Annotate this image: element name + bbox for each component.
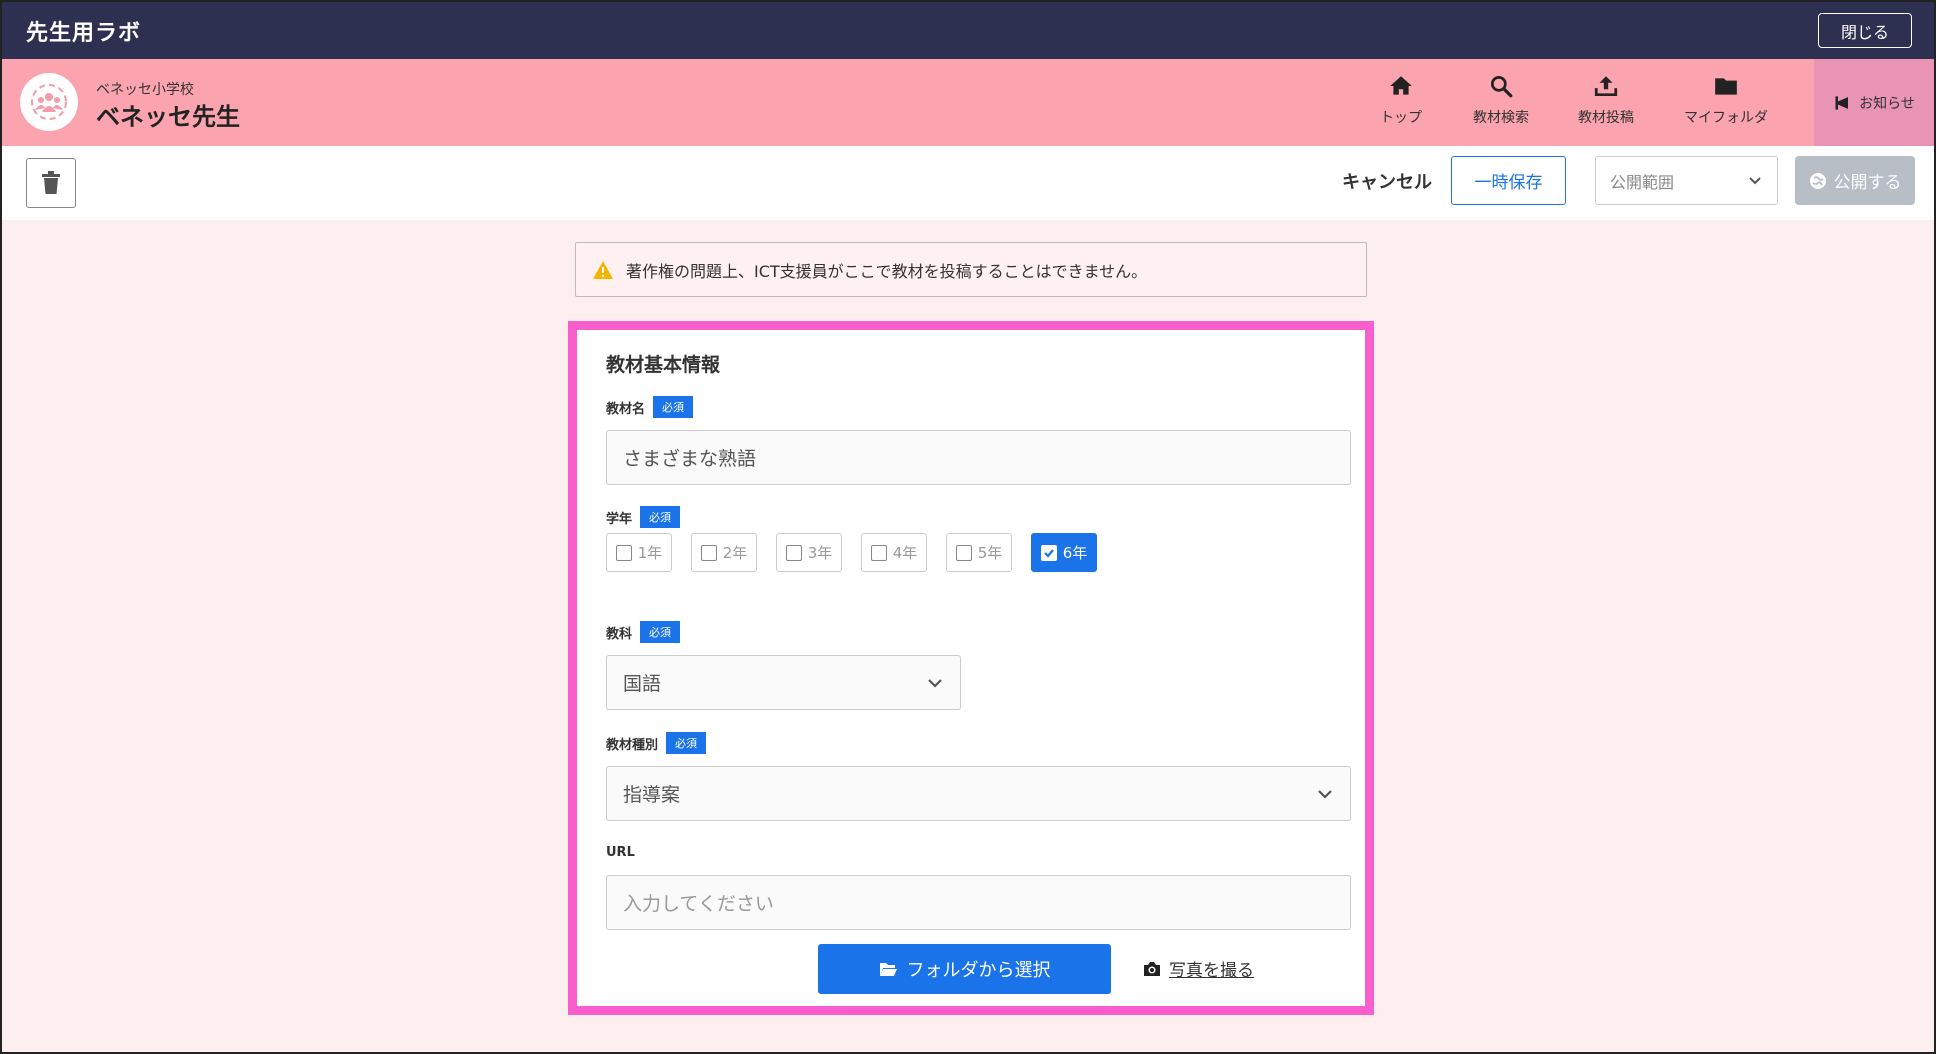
warning-text: 著作権の問題上、ICT支援員がここで教材を投稿することはできません。 (626, 261, 1148, 281)
visibility-select[interactable]: 公開範囲 (1595, 156, 1778, 205)
grade-6-checkbox[interactable]: 6年 (1031, 533, 1097, 572)
folder-icon (1715, 78, 1737, 95)
grade-4-label: 4年 (892, 544, 918, 562)
grade-1-checkbox[interactable]: 1年 (606, 533, 672, 572)
notice-button[interactable]: お知らせ (1814, 59, 1934, 146)
subject-label: 教科 (606, 626, 633, 642)
app-window: 先生用ラボ 閉じる ベネッセ小学校 ベネッセ先生 トップ 教材検索 教材投稿 マ… (0, 0, 1936, 1054)
nav-post-label: 教材投稿 (1578, 110, 1634, 126)
checkbox-icon (615, 544, 632, 561)
group-icon (31, 84, 67, 120)
grade-3-label: 3年 (807, 544, 833, 562)
material-type-value: 指導案 (623, 784, 681, 806)
top-bar: 先生用ラボ 閉じる (2, 2, 1934, 59)
required-badge: 必須 (653, 396, 694, 418)
grade-2-checkbox[interactable]: 2年 (691, 533, 757, 572)
app-title: 先生用ラボ (26, 21, 142, 46)
subject-value: 国語 (623, 673, 662, 695)
select-from-folder-label: フォルダから選択 (906, 960, 1051, 980)
material-type-select[interactable]: 指導案 (606, 766, 1351, 821)
grade-6-label: 6年 (1062, 544, 1088, 562)
header: ベネッセ小学校 ベネッセ先生 トップ 教材検索 教材投稿 マイフォルダ お知らせ (2, 59, 1934, 146)
subject-label-row: 教科 必須 (606, 621, 681, 643)
name-label-row: 教材名 必須 (606, 396, 694, 418)
nav-post[interactable]: 教材投稿 (1578, 73, 1634, 127)
checkbox-icon (955, 544, 972, 561)
grade-3-checkbox[interactable]: 3年 (776, 533, 842, 572)
visibility-placeholder: 公開範囲 (1610, 172, 1675, 192)
chevron-down-icon (1318, 789, 1332, 799)
nav-search[interactable]: 教材検索 (1473, 73, 1529, 127)
delete-button[interactable] (26, 158, 76, 208)
material-name-value: さまざまな熟語 (623, 448, 757, 470)
grade-5-label: 5年 (977, 544, 1003, 562)
checkbox-checked-icon (1040, 544, 1057, 561)
checkbox-icon (785, 544, 802, 561)
publish-button[interactable]: 公開する (1795, 156, 1915, 205)
user-name: ベネッセ先生 (96, 103, 240, 131)
take-photo-link[interactable]: 写真を撮る (1143, 956, 1254, 981)
material-name-input[interactable]: さまざまな熟語 (606, 430, 1351, 485)
camera-icon (1144, 961, 1160, 976)
save-draft-button[interactable]: 一時保存 (1451, 156, 1566, 205)
url-input[interactable]: 入力してください (606, 875, 1351, 930)
globe-icon (1809, 172, 1826, 189)
type-label-row: 教材種別 必須 (606, 732, 707, 754)
upload-icon (1594, 76, 1618, 97)
section-title: 教材基本情報 (606, 354, 721, 376)
material-form-card: 教材基本情報 教材名 必須 さまざまな熟語 学年 必須 1年 2年 3年 4年 … (568, 321, 1374, 1015)
nav-myfolder[interactable]: マイフォルダ (1684, 73, 1768, 127)
nav-myfolder-label: マイフォルダ (1684, 110, 1768, 126)
required-badge: 必須 (666, 732, 707, 754)
nav-search-label: 教材検索 (1473, 110, 1529, 126)
url-label-row: URL (606, 845, 635, 860)
toolbar: キャンセル 一時保存 公開範囲 公開する (2, 146, 1934, 220)
publish-label: 公開する (1833, 173, 1902, 192)
required-badge: 必須 (640, 506, 681, 528)
nav-top[interactable]: トップ (1380, 73, 1422, 127)
warning-icon (593, 260, 613, 279)
grade-label: 学年 (606, 511, 633, 527)
checkbox-icon (700, 544, 717, 561)
grade-4-checkbox[interactable]: 4年 (861, 533, 927, 572)
folder-open-icon (879, 963, 897, 976)
warning-banner: 著作権の問題上、ICT支援員がここで教材を投稿することはできません。 (575, 242, 1367, 297)
required-badge: 必須 (640, 621, 681, 643)
home-icon (1390, 76, 1412, 95)
notice-label: お知らせ (1859, 95, 1915, 112)
nav-top-label: トップ (1380, 110, 1422, 126)
close-button[interactable]: 閉じる (1818, 13, 1912, 48)
school-name: ベネッセ小学校 (96, 82, 194, 98)
chevron-down-icon (928, 678, 942, 688)
url-placeholder: 入力してください (623, 893, 774, 915)
avatar (20, 73, 78, 131)
cancel-button[interactable]: キャンセル (1342, 168, 1432, 194)
chevron-down-icon (1749, 176, 1761, 184)
checkbox-icon (870, 544, 887, 561)
grade-1-label: 1年 (637, 544, 663, 562)
trash-icon (42, 171, 60, 194)
megaphone-icon (1835, 95, 1849, 110)
name-label: 教材名 (606, 401, 646, 417)
type-label: 教材種別 (606, 737, 659, 753)
grade-5-checkbox[interactable]: 5年 (946, 533, 1012, 572)
grade-checkbox-group: 1年 2年 3年 4年 5年 6年 (606, 533, 1097, 572)
url-label: URL (606, 845, 635, 860)
select-from-folder-button[interactable]: フォルダから選択 (818, 944, 1111, 994)
grade-label-row: 学年 必須 (606, 506, 681, 528)
take-photo-label: 写真を撮る (1169, 961, 1254, 981)
subject-select[interactable]: 国語 (606, 655, 961, 710)
grade-2-label: 2年 (722, 544, 748, 562)
search-icon (1490, 75, 1513, 98)
